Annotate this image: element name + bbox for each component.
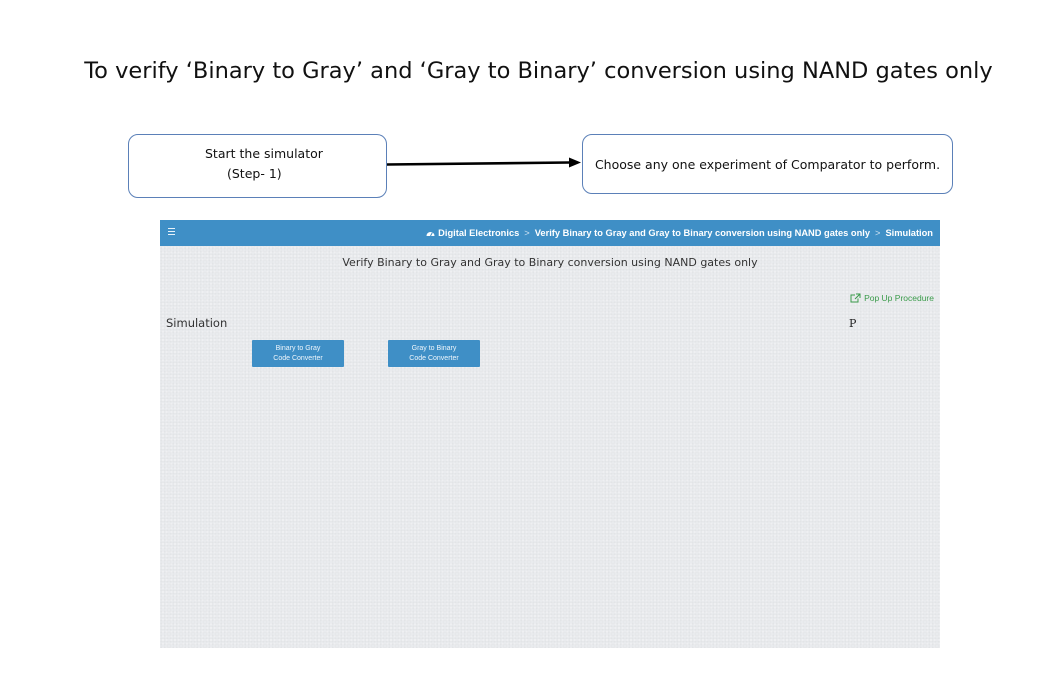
- button-label-line2: Code Converter: [409, 354, 459, 362]
- breadcrumb-separator: >: [875, 228, 881, 238]
- breadcrumb-home[interactable]: Digital Electronics: [438, 228, 519, 238]
- breadcrumb-separator: >: [524, 228, 530, 238]
- breadcrumb-current: Simulation: [885, 228, 933, 238]
- simulator-screenshot: Digital Electronics > Verify Binary to G…: [160, 220, 940, 648]
- popup-procedure-link[interactable]: Pop Up Procedure: [850, 293, 934, 303]
- external-link-icon: [850, 293, 861, 303]
- choose-step-box: Choose any one experiment of Comparator …: [582, 134, 953, 194]
- p-glyph: P: [849, 317, 857, 330]
- button-label-line1: Gray to Binary: [411, 345, 457, 352]
- start-step-box: Start the simulator (Step- 1): [128, 134, 387, 198]
- button-label-line2: Code Converter: [273, 354, 323, 362]
- hamburger-icon[interactable]: [168, 228, 175, 236]
- flow-arrow: [387, 157, 581, 168]
- simulation-heading: Verify Binary to Gray and Gray to Binary…: [342, 256, 758, 269]
- gray-to-binary-button[interactable]: Gray to Binary Code Converter: [388, 340, 480, 367]
- breadcrumb-experiment[interactable]: Verify Binary to Gray and Gray to Binary…: [535, 228, 870, 238]
- start-step-text: Start the simulator: [205, 146, 323, 161]
- popup-procedure-label: Pop Up Procedure: [864, 293, 934, 303]
- dashboard-icon: [426, 232, 435, 237]
- button-label-line1: Binary to Gray: [275, 345, 321, 352]
- tutorial-slide: To verify ‘Binary to Gray’ and ‘Gray to …: [0, 0, 1060, 682]
- binary-to-gray-button[interactable]: Binary to Gray Code Converter: [252, 340, 344, 367]
- page-title: To verify ‘Binary to Gray’ and ‘Gray to …: [84, 58, 993, 84]
- simulation-label: Simulation: [166, 316, 228, 330]
- breadcrumb: Digital Electronics > Verify Binary to G…: [426, 220, 933, 246]
- top-navbar: Digital Electronics > Verify Binary to G…: [160, 220, 940, 246]
- start-step-number: (Step- 1): [227, 166, 282, 181]
- choose-step-text: Choose any one experiment of Comparator …: [594, 156, 941, 172]
